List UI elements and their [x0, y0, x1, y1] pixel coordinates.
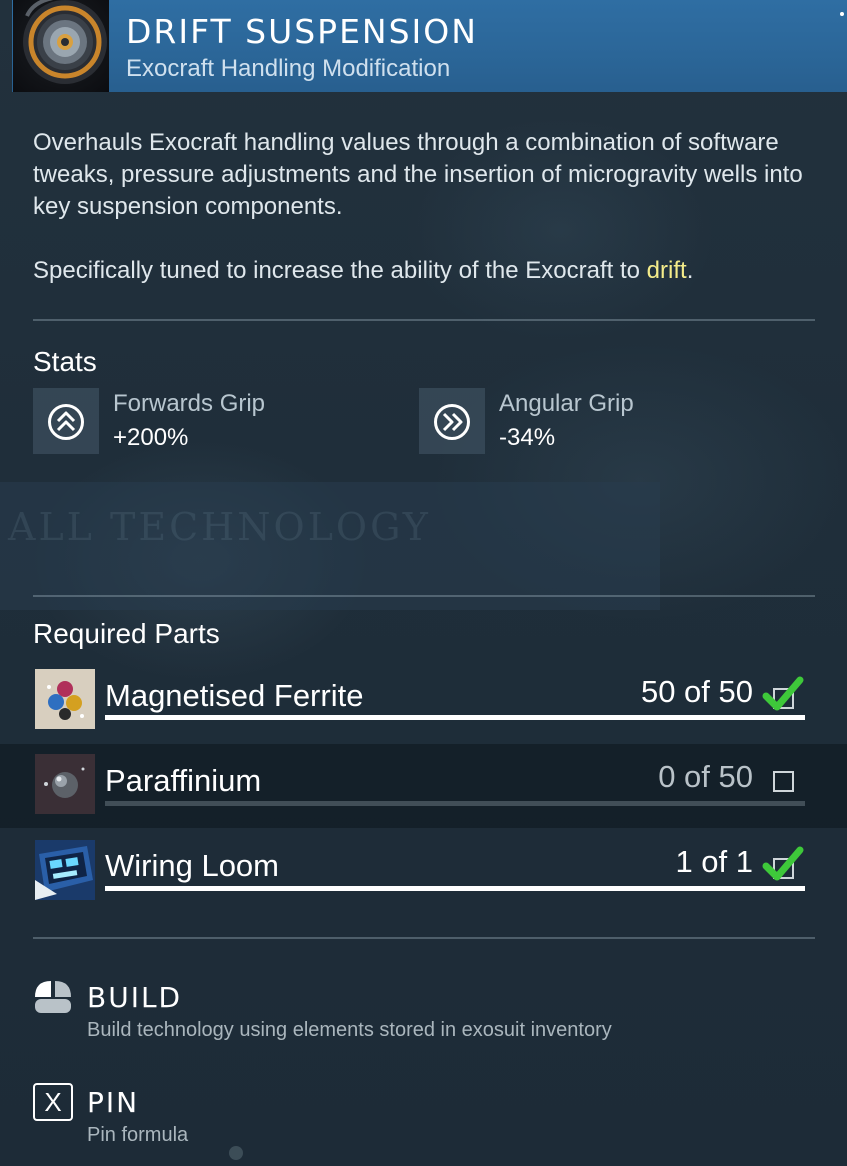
checkbox — [773, 771, 794, 792]
part-count-wiring-loom: 1 of 1 — [675, 844, 753, 879]
part-progress-fill — [105, 886, 805, 891]
header: DRIFT SUSPENSION Exocraft Handling Modif… — [0, 0, 847, 92]
part-name-wiring-loom: Wiring Loom — [105, 848, 279, 883]
stat-name-angular-grip: Angular Grip — [499, 390, 634, 417]
part-progress-wiring-loom — [105, 886, 805, 891]
header-dot — [840, 12, 844, 16]
checkmark-icon — [762, 676, 804, 711]
page-subtitle: Exocraft Handling Modification — [126, 55, 451, 82]
stat-name-forwards-grip: Forwards Grip — [113, 390, 266, 417]
pin-button[interactable]: PIN — [87, 1086, 139, 1119]
part-name-magnetised-ferrite: Magnetised Ferrite — [105, 678, 364, 713]
description-text: Specifically tuned to increase the abili… — [33, 257, 647, 284]
magnetised-ferrite-icon[interactable] — [35, 669, 95, 729]
scroll-indicator — [229, 1146, 243, 1160]
paraffinium-icon[interactable] — [35, 754, 95, 814]
stat-value-angular-grip: -34% — [499, 424, 556, 451]
pin-description: Pin formula — [87, 1124, 189, 1146]
description-highlight: drift — [646, 257, 687, 284]
tech-info-panel: ALL TECHNOLOGY DRIFT SUSPENSION Exocraft… — [0, 0, 847, 1166]
description-paragraph-1: Overhauls Exocraft handling values throu… — [33, 129, 803, 220]
build-description: Build technology using elements stored i… — [87, 1019, 612, 1041]
mouse-icon[interactable] — [33, 979, 73, 1015]
wiring-loom-icon[interactable] — [35, 840, 95, 900]
suspension-wheel-icon — [13, 0, 109, 92]
part-count-magnetised-ferrite: 50 of 50 — [640, 674, 753, 709]
double-chevron-right-icon — [419, 388, 485, 454]
part-name-paraffinium: Paraffinium — [105, 763, 262, 798]
divider — [33, 319, 815, 321]
stat-value-forwards-grip: +200% — [113, 424, 189, 451]
description-paragraph-2: Specifically tuned to increase the abili… — [33, 255, 823, 287]
description-end: . — [686, 257, 694, 284]
double-chevron-up-icon — [33, 388, 99, 454]
stats-title: Stats — [33, 346, 97, 377]
part-progress-fill — [105, 715, 805, 720]
divider — [33, 937, 815, 939]
page-title: DRIFT SUSPENSION — [126, 12, 478, 51]
checkmark-icon — [762, 846, 804, 881]
divider — [33, 595, 815, 597]
background-heading: ALL TECHNOLOGY — [8, 505, 431, 549]
part-count-paraffinium: 0 of 50 — [658, 759, 753, 794]
part-progress-magnetised-ferrite — [105, 715, 805, 720]
required-parts-title: Required Parts — [33, 618, 220, 649]
x-key-icon[interactable]: X — [33, 1083, 73, 1121]
part-progress-paraffinium — [105, 801, 805, 806]
build-button[interactable]: BUILD — [87, 981, 182, 1014]
